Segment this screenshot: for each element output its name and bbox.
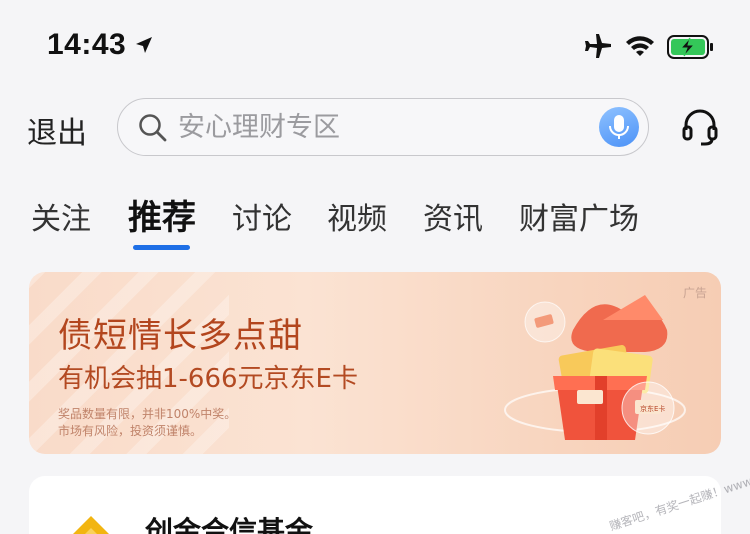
gift-box-illustration: 京东E卡	[504, 295, 686, 440]
search-input[interactable]	[178, 111, 578, 143]
exit-button[interactable]: 退出	[27, 108, 87, 152]
customer-service-headset-icon[interactable]	[681, 108, 719, 146]
gift-card-label: 京东E卡	[640, 404, 665, 413]
banner-disclaimer-prize: 奖品数量有限，并非100%中奖。	[58, 407, 237, 421]
tab-wealth-plaza[interactable]: 财富广场	[519, 194, 639, 238]
tab-discussion[interactable]: 讨论	[232, 194, 292, 238]
tab-follow[interactable]: 关注	[31, 194, 91, 238]
tab-recommend[interactable]: 推荐	[128, 190, 196, 239]
location-arrow-icon	[136, 37, 152, 53]
promo-banner[interactable]: 广告 债短情长多点甜 有机会抽1-666元京东E卡 奖品数量有限，并非100%中…	[29, 272, 721, 454]
search-icon	[139, 114, 167, 142]
battery-charging-icon	[667, 35, 713, 59]
banner-subtitle: 有机会抽1-666元京东E卡	[58, 364, 358, 394]
fund-logo-icon	[73, 516, 109, 534]
airplane-mode-icon	[585, 34, 611, 58]
status-time: 14:43	[47, 28, 127, 61]
tab-news[interactable]: 资讯	[423, 194, 483, 238]
banner-disclaimer-risk: 市场有风险，投资须谨慎。	[58, 424, 203, 438]
active-tab-indicator	[133, 245, 190, 250]
tab-video[interactable]: 视频	[327, 194, 387, 238]
status-bar: 14:43	[0, 0, 750, 90]
microphone-icon	[609, 115, 629, 139]
category-tabs: 关注 推荐 讨论 视频 资讯 财富广场	[0, 190, 750, 250]
search-bar[interactable]	[117, 98, 649, 156]
voice-search-button[interactable]	[599, 107, 639, 147]
wifi-icon	[626, 36, 654, 56]
fund-name: 创金合信基金	[145, 515, 314, 534]
banner-title: 债短情长多点甜	[58, 316, 303, 356]
